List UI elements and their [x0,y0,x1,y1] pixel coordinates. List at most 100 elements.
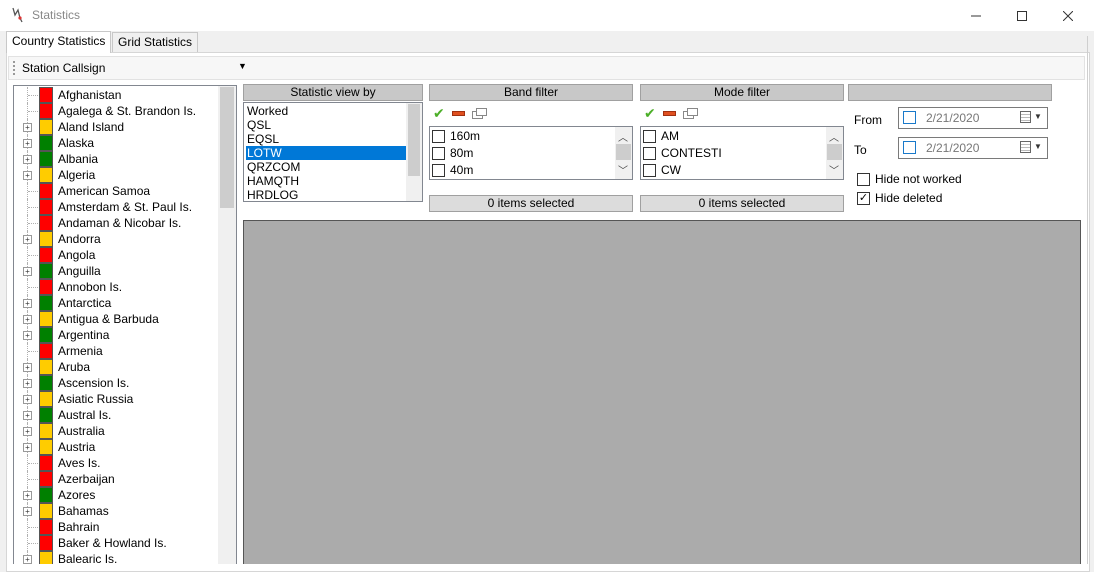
tab-country-statistics[interactable]: Country Statistics [6,31,112,53]
band-filter-list[interactable]: 160m 80m 40m [429,126,633,180]
statistic-view-list[interactable]: Worked QSL EQSL LOTW QRZCOM HAMQTH HRDLOG [243,102,423,202]
expand-icon[interactable]: + [23,331,32,340]
country-row[interactable]: Amsterdam & St. Paul Is. [14,199,219,215]
statistic-view-item[interactable]: Worked [246,104,406,118]
country-row[interactable]: Annobon Is. [14,279,219,295]
expand-icon[interactable]: + [23,427,32,436]
windows-icon[interactable] [471,108,487,119]
band-filter-item[interactable]: 40m [432,161,612,178]
mode-filter-list[interactable]: AM CONTESTI CW [640,126,844,180]
mode-filter-item[interactable]: CONTESTI [643,144,823,161]
item-checkbox[interactable] [432,130,445,143]
minimize-button[interactable] [953,0,999,31]
statistic-view-item[interactable]: EQSL [246,132,406,146]
statistic-view-scroll-thumb[interactable] [408,104,420,176]
maximize-button[interactable] [999,0,1045,31]
band-filter-item[interactable]: 160m [432,127,612,144]
country-row[interactable]: Aves Is. [14,455,219,471]
expand-icon[interactable]: + [23,155,32,164]
to-date-checkbox[interactable] [903,141,916,154]
country-row[interactable]: Andaman & Nicobar Is. [14,215,219,231]
hide-deleted-checkbox[interactable]: ✓ [857,192,870,205]
to-date-picker[interactable]: 2/21/2020 ▼ [898,137,1048,159]
chevron-down-icon[interactable]: ▼ [1034,112,1042,121]
band-filter-item[interactable]: 80m [432,144,612,161]
country-row[interactable]: American Samoa [14,183,219,199]
country-row[interactable]: Bahrain [14,519,219,535]
country-row[interactable]: + Albania [14,151,219,167]
scroll-up-icon[interactable]: ︿ [827,129,841,144]
country-row[interactable]: Armenia [14,343,219,359]
expand-icon[interactable]: + [23,235,32,244]
country-row[interactable]: + Australia [14,423,219,439]
minus-icon[interactable] [662,110,676,116]
calendar-icon[interactable] [1020,111,1031,123]
country-row[interactable]: + Ascension Is. [14,375,219,391]
country-row[interactable]: + Antarctica [14,295,219,311]
country-row[interactable]: + Argentina [14,327,219,343]
country-row[interactable]: + Anguilla [14,263,219,279]
expand-icon[interactable]: + [23,267,32,276]
country-row[interactable]: + Alaska [14,135,219,151]
scroll-down-icon[interactable]: ﹀ [827,162,841,177]
country-row[interactable]: + Azores [14,487,219,503]
expand-icon[interactable]: + [23,171,32,180]
calendar-icon[interactable] [1020,141,1031,153]
expand-icon[interactable]: + [23,491,32,500]
check-icon[interactable]: ✔ [433,105,445,122]
item-checkbox[interactable] [432,147,445,160]
country-row[interactable]: + Asiatic Russia [14,391,219,407]
country-row[interactable]: + Austria [14,439,219,455]
mode-filter-item[interactable]: AM [643,127,823,144]
expand-icon[interactable]: + [23,379,32,388]
item-checkbox[interactable] [643,164,656,177]
statistic-view-item[interactable]: QRZCOM [246,160,406,174]
expand-icon[interactable]: + [23,555,32,564]
check-icon[interactable]: ✔ [644,105,656,122]
from-date-picker[interactable]: 2/21/2020 ▼ [898,107,1048,129]
item-checkbox[interactable] [643,130,656,143]
scroll-up-icon[interactable]: ︿ [616,129,630,144]
expand-icon[interactable]: + [23,507,32,516]
expand-icon[interactable]: + [23,123,32,132]
expand-icon[interactable]: + [23,411,32,420]
item-checkbox[interactable] [643,147,656,160]
country-row[interactable]: Azerbaijan [14,471,219,487]
statistic-view-item[interactable]: QSL [246,118,406,132]
country-row[interactable]: + Antigua & Barbuda [14,311,219,327]
from-date-checkbox[interactable] [903,111,916,124]
scroll-down-icon[interactable]: ﹀ [616,162,630,177]
expand-icon[interactable]: + [23,395,32,404]
expand-icon[interactable]: + [23,363,32,372]
mode-filter-scroll-thumb[interactable] [827,144,842,160]
expand-icon[interactable]: + [23,139,32,148]
expand-icon[interactable]: + [23,315,32,324]
hide-not-worked-checkbox[interactable] [857,173,870,186]
expand-icon[interactable]: + [23,443,32,452]
country-row[interactable]: Baker & Howland Is. [14,535,219,551]
country-row[interactable]: + Aland Island [14,119,219,135]
close-button[interactable] [1045,0,1091,31]
country-row[interactable]: + Bahamas [14,503,219,519]
band-filter-scroll-thumb[interactable] [616,144,631,160]
windows-icon[interactable] [682,108,698,119]
item-checkbox[interactable] [432,164,445,177]
country-row[interactable]: Agalega & St. Brandon Is. [14,103,219,119]
minus-icon[interactable] [451,110,465,116]
toolbar-grip[interactable] [13,61,15,75]
country-list[interactable]: Afghanistan Agalega & St. Brandon Is. + Ala… [13,85,237,564]
statistic-view-item[interactable]: HRDLOG [246,188,406,201]
country-row[interactable]: Afghanistan [14,87,219,103]
statistic-view-item[interactable]: HAMQTH [246,174,406,188]
statistic-view-item[interactable]: LOTW [246,146,406,160]
station-callsign-dropdown[interactable]: ▼ [238,61,247,71]
country-row[interactable]: + Austral Is. [14,407,219,423]
tab-grid-statistics[interactable]: Grid Statistics [112,32,199,52]
expand-icon[interactable]: + [23,299,32,308]
country-row[interactable]: Angola [14,247,219,263]
country-row[interactable]: + Algeria [14,167,219,183]
mode-filter-item[interactable]: CW [643,161,823,178]
country-row[interactable]: + Andorra [14,231,219,247]
country-list-scroll-thumb[interactable] [220,87,234,208]
country-row[interactable]: + Aruba [14,359,219,375]
